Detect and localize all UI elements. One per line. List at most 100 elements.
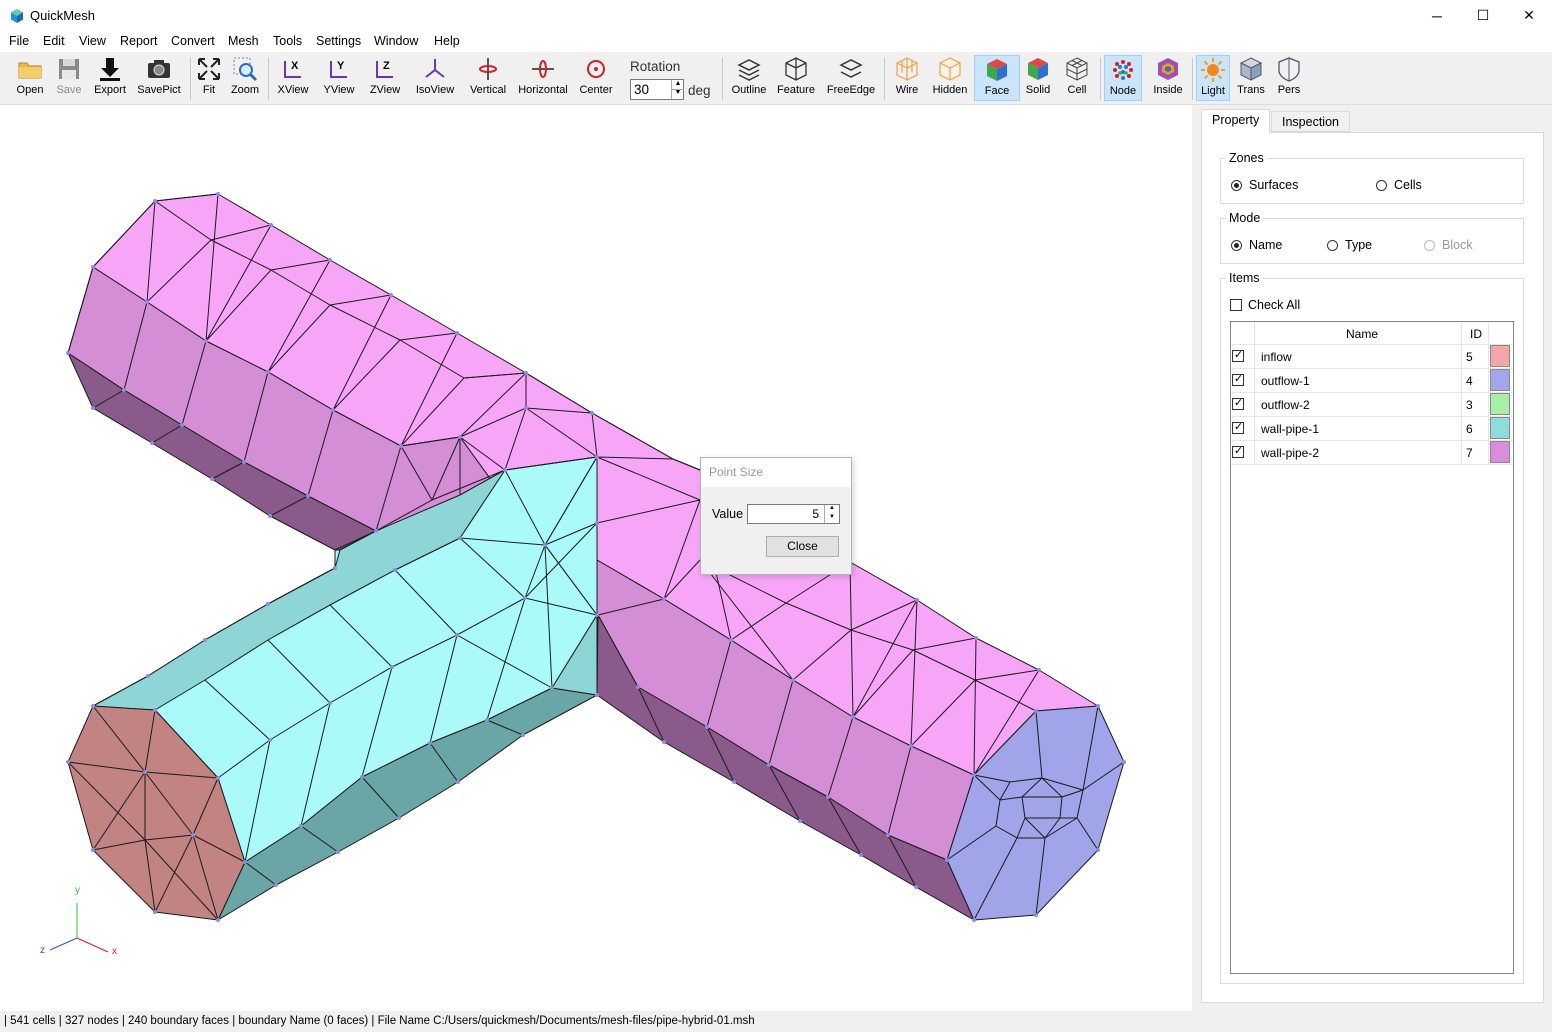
menu-report[interactable]: Report — [120, 34, 158, 48]
check-all-label[interactable]: Check All — [1248, 298, 1300, 312]
toolbar-separator — [268, 58, 269, 100]
svg-text:X: X — [291, 60, 299, 72]
horizontal-rotate-button[interactable]: Horizontal — [516, 55, 570, 101]
center-button[interactable]: Center — [576, 55, 616, 101]
toolbar-separator — [884, 58, 885, 100]
window-title: QuickMesh — [30, 8, 96, 23]
wire-button[interactable]: Wire — [890, 55, 924, 101]
toolbar-separator — [1192, 58, 1193, 100]
freeedge-button[interactable]: FreeEdge — [824, 55, 878, 101]
menu-help[interactable]: Help — [434, 34, 460, 48]
row-checkbox[interactable]: ✓ — [1232, 445, 1244, 458]
axis-z-label: z — [40, 945, 45, 956]
menu-file[interactable]: File — [9, 34, 29, 48]
mesh-viewport[interactable]: y z x — [0, 105, 1192, 1011]
color-swatch[interactable] — [1490, 345, 1510, 367]
column-header-id[interactable]: ID — [1470, 327, 1482, 341]
wire-cube-icon — [896, 57, 918, 81]
folder-icon — [18, 62, 42, 79]
node-button[interactable]: Node — [1104, 55, 1142, 101]
row-checkbox[interactable]: ✓ — [1232, 397, 1244, 410]
menu-edit[interactable]: Edit — [43, 34, 65, 48]
savepict-button[interactable]: SavePict — [135, 55, 183, 101]
feature-cube-icon — [785, 57, 807, 81]
trans-button[interactable]: Trans — [1234, 55, 1268, 101]
checkmark-icon: ✓ — [1234, 445, 1244, 457]
menu-convert[interactable]: Convert — [171, 34, 215, 48]
menu-mesh[interactable]: Mesh — [228, 34, 259, 48]
mesh-render[interactable] — [0, 105, 1192, 1011]
color-swatch[interactable] — [1490, 441, 1510, 463]
isoview-button[interactable]: IsoView — [412, 55, 458, 101]
items-title: Items — [1226, 271, 1263, 285]
row-name: wall-pipe-2 — [1261, 446, 1320, 460]
vertical-rotate-button[interactable]: Vertical — [464, 55, 512, 101]
x-axis-view-icon: X — [284, 60, 301, 78]
surfaces-label[interactable]: Surfaces — [1249, 178, 1298, 192]
tab-property[interactable]: Property — [1201, 109, 1271, 133]
mode-name-radio[interactable] — [1231, 240, 1242, 251]
row-checkbox[interactable]: ✓ — [1232, 421, 1244, 434]
free-edge-icon — [839, 59, 863, 78]
surfaces-radio[interactable] — [1231, 180, 1242, 191]
face-button[interactable]: Face — [974, 55, 1020, 101]
mode-type-label[interactable]: Type — [1345, 238, 1372, 252]
color-swatch[interactable] — [1490, 369, 1510, 391]
check-all-checkbox[interactable] — [1230, 299, 1242, 311]
menu-window[interactable]: Window — [374, 34, 418, 48]
dialog-close-button[interactable]: Close — [766, 536, 839, 557]
color-swatch[interactable] — [1490, 417, 1510, 439]
spin-down-icon[interactable]: ▼ — [824, 514, 839, 523]
export-button[interactable]: Export — [90, 55, 130, 101]
y-axis-view-icon: Y — [330, 60, 347, 78]
row-checkbox[interactable]: ✓ — [1232, 349, 1244, 362]
floppy-disk-icon — [59, 59, 79, 79]
point-size-spinbox[interactable]: 5 ▲ ▼ — [747, 504, 840, 524]
cells-label[interactable]: Cells — [1394, 178, 1422, 192]
outline-button[interactable]: Outline — [728, 55, 770, 101]
mode-name-label[interactable]: Name — [1249, 238, 1282, 252]
inside-hex-icon — [1158, 58, 1178, 80]
inside-button[interactable]: Inside — [1150, 55, 1186, 101]
camera-icon — [148, 60, 170, 78]
minimize-button[interactable]: ─ — [1414, 0, 1460, 31]
z-axis-view-icon: Z — [376, 60, 393, 78]
menu-view[interactable]: View — [79, 34, 106, 48]
menu-settings[interactable]: Settings — [316, 34, 361, 48]
yview-button[interactable]: Y YView — [320, 55, 358, 101]
cell-button[interactable]: Cell — [1060, 55, 1094, 101]
outline-layers-icon — [737, 59, 761, 81]
pers-button[interactable]: Pers — [1274, 55, 1304, 101]
status-bar: | 541 cells | 327 nodes | 240 boundary f… — [0, 1012, 1552, 1032]
mode-block-label: Block — [1442, 238, 1473, 252]
fit-arrows-icon — [198, 58, 220, 80]
solid-cube-icon — [1028, 58, 1048, 80]
rotation-spinbox[interactable]: 30 ▲ ▼ — [630, 79, 684, 100]
row-id: 7 — [1466, 446, 1473, 460]
hidden-button[interactable]: Hidden — [930, 55, 970, 101]
perspective-shield-icon — [1278, 57, 1300, 82]
spin-down-icon[interactable]: ▼ — [671, 89, 684, 99]
column-header-name[interactable]: Name — [1346, 327, 1378, 341]
feature-button[interactable]: Feature — [774, 55, 818, 101]
tab-inspection[interactable]: Inspection — [1271, 111, 1350, 132]
maximize-button[interactable]: ☐ — [1460, 0, 1506, 31]
checkmark-icon: ✓ — [1234, 397, 1244, 409]
zoom-button[interactable]: Zoom — [228, 55, 262, 101]
save-button[interactable]: Save — [51, 55, 87, 101]
row-id: 3 — [1466, 398, 1473, 412]
menu-tools[interactable]: Tools — [273, 34, 302, 48]
cells-radio[interactable] — [1376, 180, 1387, 191]
spin-up-icon[interactable]: ▲ — [824, 505, 839, 514]
light-button[interactable]: Light — [1196, 55, 1230, 101]
fit-button[interactable]: Fit — [194, 55, 224, 101]
row-checkbox[interactable]: ✓ — [1232, 373, 1244, 386]
color-swatch[interactable] — [1490, 393, 1510, 415]
zview-button[interactable]: Z ZView — [366, 55, 404, 101]
mode-type-radio[interactable] — [1327, 240, 1338, 251]
row-name: outflow-2 — [1261, 398, 1310, 412]
solid-button[interactable]: Solid — [1022, 55, 1054, 101]
xview-button[interactable]: X XView — [274, 55, 312, 101]
open-button[interactable]: Open — [12, 55, 48, 101]
close-window-button[interactable]: ✕ — [1506, 0, 1552, 31]
